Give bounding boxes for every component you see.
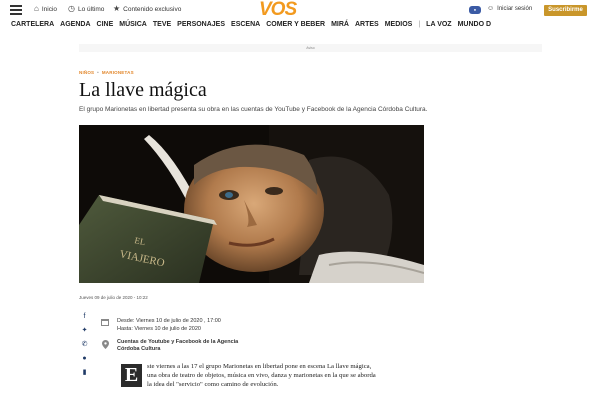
clock-icon: ◷ xyxy=(68,4,75,13)
venue-line: Córdoba Cultura xyxy=(117,346,161,352)
top-bar: ⌂ Inicio ◷ Lo último ★ Contenido exclusi… xyxy=(0,0,600,21)
user-badge-icon[interactable]: ● xyxy=(469,6,481,14)
article-lead: El grupo Marionetas en libertad presenta… xyxy=(79,106,428,113)
section-nav: CARTELERA AGENDA CINE MÚSICA TEVE PERSONAJES E… xyxy=(0,19,600,32)
share-toolbar: f ✦ ✆ ● ▮ xyxy=(80,312,89,382)
section-separator: | xyxy=(418,21,421,28)
section-link[interactable]: MIRÁ xyxy=(331,21,349,28)
ad-banner[interactable]: Aviso xyxy=(79,44,542,52)
section-link[interactable]: MUNDO D xyxy=(458,21,491,28)
section-link[interactable]: PERSONAJES xyxy=(177,21,225,28)
section-link[interactable]: LA VOZ xyxy=(426,21,451,28)
event-end: Hasta: Viernes 10 de julio de 2020 xyxy=(117,326,201,332)
twitter-icon[interactable]: ✦ xyxy=(80,326,89,335)
section-link[interactable]: MÚSICA xyxy=(119,21,147,28)
breadcrumb-item[interactable]: MARIONETAS xyxy=(102,70,134,75)
event-start: Desde: Viernes 10 de julio de 2020 , 17:… xyxy=(117,318,221,324)
article-hero-image: EL VIAJERO xyxy=(79,125,424,283)
subscribe-button[interactable]: Suscribirme xyxy=(544,5,587,16)
venue-line: Cuentas de Youtube y Facebook de la Agen… xyxy=(117,339,239,345)
star-icon: ★ xyxy=(113,4,121,13)
section-link[interactable]: CARTELERA xyxy=(11,21,54,28)
nav-link-label: Inicio xyxy=(41,5,58,13)
bookmark-icon[interactable]: ▮ xyxy=(80,368,89,377)
calendar-icon xyxy=(101,319,109,326)
site-logo[interactable]: VOS xyxy=(259,0,297,21)
article-body: ste viernes a las 17 el grupo Marionetas… xyxy=(147,363,376,388)
comment-icon[interactable]: ● xyxy=(80,354,89,363)
section-link[interactable]: ARTES xyxy=(355,21,379,28)
breadcrumb-item[interactable]: NIÑOS xyxy=(79,70,94,75)
login-link[interactable]: ☺ Iniciar sesión xyxy=(487,5,532,12)
section-link[interactable]: ESCENA xyxy=(231,21,260,28)
nav-link-label: Contenido exclusivo xyxy=(123,5,182,13)
nav-link-exclusivo[interactable]: ★ Contenido exclusivo xyxy=(113,5,181,13)
section-link[interactable]: MEDIOS xyxy=(385,21,413,28)
section-link[interactable]: TEVE xyxy=(153,21,171,28)
marionette-illustration: EL VIAJERO xyxy=(79,125,424,283)
location-pin-icon xyxy=(102,340,109,349)
breadcrumb-separator: • xyxy=(95,70,101,75)
section-link[interactable]: AGENDA xyxy=(60,21,90,28)
nav-link-lo-ultimo[interactable]: ◷ Lo último xyxy=(68,5,104,13)
breadcrumb: NIÑOS • MARIONETAS xyxy=(79,70,134,75)
nav-link-inicio[interactable]: ⌂ Inicio xyxy=(34,5,57,13)
article-date: Jueves 09 de julio de 2020 - 10:22 xyxy=(79,295,148,300)
facebook-icon[interactable]: f xyxy=(80,312,89,321)
hamburger-menu-icon[interactable] xyxy=(10,5,22,15)
article-title: La llave mágica xyxy=(79,79,207,101)
section-link[interactable]: COMER Y BEBER xyxy=(266,21,325,28)
user-icon: ☺ xyxy=(487,5,495,12)
drop-cap: E xyxy=(121,364,142,387)
whatsapp-icon[interactable]: ✆ xyxy=(80,340,89,349)
login-label: Iniciar sesión xyxy=(497,5,533,12)
nav-link-label: Lo último xyxy=(77,5,105,13)
section-link[interactable]: CINE xyxy=(97,21,114,28)
home-icon: ⌂ xyxy=(34,4,39,13)
event-venue: Cuentas de Youtube y Facebook de la Agen… xyxy=(117,339,238,353)
